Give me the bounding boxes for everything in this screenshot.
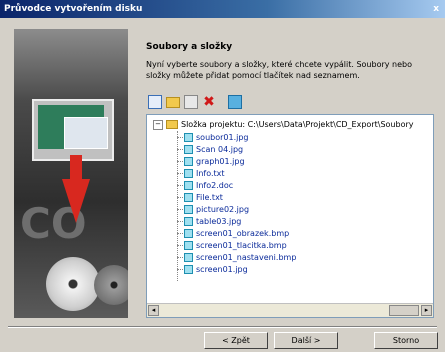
tree-item[interactable]: Info2.doc: [177, 180, 233, 191]
tree-item-label: screen01.jpg: [196, 265, 248, 274]
tree-item[interactable]: picture02.jpg: [177, 204, 249, 215]
folder-icon: [166, 120, 178, 129]
cancel-button[interactable]: Storno: [374, 332, 438, 349]
tree-item[interactable]: screen01_tlacitka.bmp: [177, 240, 287, 251]
tree-item-label: soubor01.jpg: [196, 133, 249, 142]
tree-item[interactable]: screen01_nastaveni.bmp: [177, 252, 296, 263]
tree-item-label: Info2.doc: [196, 181, 234, 190]
tree-item[interactable]: Scan 04.jpg: [177, 144, 243, 155]
cd-disc-illustration: [46, 257, 100, 311]
file-icon: [184, 265, 193, 274]
wizard-window: Průvodce vytvořením disku x CO Soubory a…: [0, 0, 445, 352]
add-folder-icon[interactable]: [166, 97, 180, 108]
file-icon: [184, 157, 193, 166]
tree-item-label: screen01_obrazek.bmp: [196, 229, 290, 238]
red-arrow-icon: [62, 179, 90, 223]
file-icon: [184, 229, 193, 238]
close-icon[interactable]: x: [433, 0, 439, 18]
delete-icon[interactable]: ✖: [202, 95, 216, 109]
window-title: Průvodce vytvořením disku: [4, 4, 143, 14]
tree-item-label: Scan 04.jpg: [196, 145, 244, 154]
page-title: Soubory a složky: [146, 42, 233, 52]
page-description: Nyní vyberte soubory a složky, které chc…: [146, 60, 413, 80]
file-icon: [184, 205, 193, 214]
back-button[interactable]: < Zpět: [204, 332, 268, 349]
tree-item[interactable]: screen01.jpg: [177, 264, 248, 275]
tree-item[interactable]: graph01.jpg: [177, 156, 245, 167]
file-tree[interactable]: − Složka projektu: C:\Users\Data\Projekt\…: [146, 114, 434, 318]
file-icon: [184, 217, 193, 226]
scroll-left-icon[interactable]: ◂: [148, 305, 159, 316]
add-file-icon[interactable]: [148, 95, 162, 109]
tree-item-label: graph01.jpg: [196, 157, 245, 166]
monitor-window-illustration: [64, 117, 108, 149]
tree-root[interactable]: − Složka projektu: C:\Users\Data\Projekt\…: [153, 119, 413, 130]
tree-item-label: screen01_tlacitka.bmp: [196, 241, 287, 250]
horizontal-scrollbar[interactable]: ◂ ▸: [147, 303, 433, 317]
tree-item-label: table03.jpg: [196, 217, 242, 226]
rename-icon[interactable]: [184, 95, 198, 109]
tree-item[interactable]: screen01_obrazek.bmp: [177, 228, 289, 239]
file-icon: [184, 193, 193, 202]
file-icon: [184, 133, 193, 142]
monitor-illustration: [32, 99, 114, 161]
refresh-icon[interactable]: [228, 95, 242, 109]
wizard-side-image: CO: [14, 29, 128, 318]
file-icon: [184, 181, 193, 190]
tree-item[interactable]: soubor01.jpg: [177, 132, 249, 143]
tree-item-label: screen01_nastaveni.bmp: [196, 253, 297, 262]
next-button[interactable]: Další >: [274, 332, 338, 349]
tree-root-label: Složka projektu: C:\Users\Data\Projekt\C…: [181, 120, 414, 129]
scrollbar-thumb[interactable]: [389, 305, 419, 316]
tree-item-label: picture02.jpg: [196, 205, 250, 214]
file-icon: [184, 145, 193, 154]
tree-item-label: Info.txt: [196, 169, 225, 178]
tree-item[interactable]: table03.jpg: [177, 216, 241, 227]
file-icon: [184, 241, 193, 250]
file-icon: [184, 253, 193, 262]
title-bar[interactable]: Průvodce vytvořením disku x: [0, 0, 445, 18]
scroll-right-icon[interactable]: ▸: [421, 305, 432, 316]
divider: [8, 326, 437, 328]
tree-item-label: File.txt: [196, 193, 223, 202]
cd-disc-illustration-2: [94, 265, 128, 305]
collapse-icon[interactable]: −: [153, 119, 163, 130]
file-icon: [184, 169, 193, 178]
tree-item[interactable]: Info.txt: [177, 168, 225, 179]
tree-item[interactable]: File.txt: [177, 192, 223, 203]
